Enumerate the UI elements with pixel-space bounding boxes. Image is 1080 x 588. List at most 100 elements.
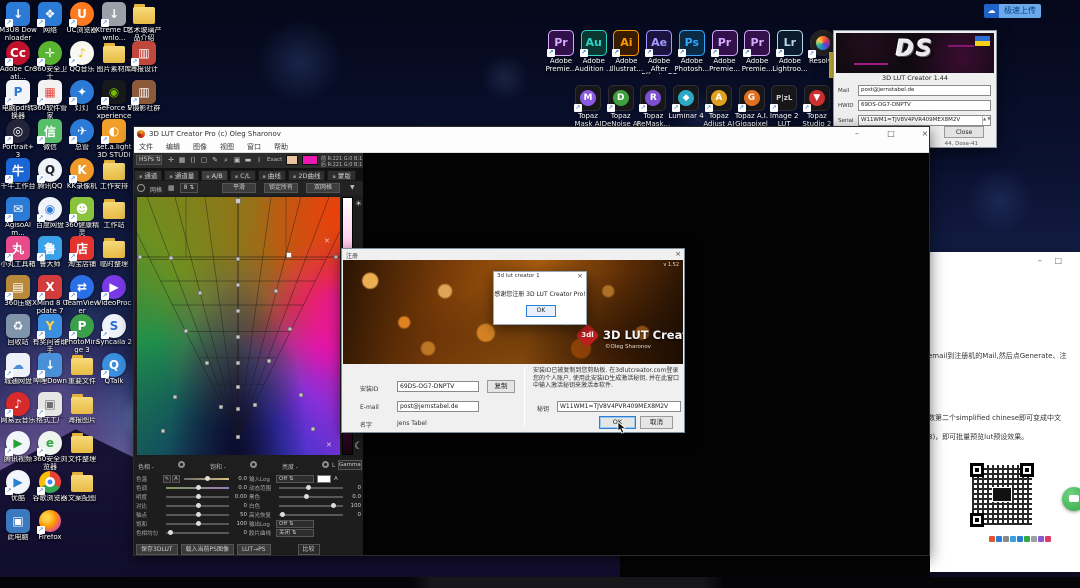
slider-knob[interactable] [331, 502, 337, 508]
bottom-button[interactable]: LUT→PS [236, 543, 271, 555]
menu-item[interactable]: 图像 [193, 142, 207, 152]
netdisk-upload-widget[interactable]: ☁ 极速上传 [984, 4, 1041, 18]
desktop-icon[interactable]: P ↗ 电脑pdf转换器 [2, 80, 34, 119]
remove-node-icon[interactable]: ✕ [326, 441, 332, 449]
reset-grid-icon[interactable] [137, 184, 145, 192]
minimize-button[interactable]: – [846, 127, 868, 140]
grid-node[interactable] [235, 360, 241, 366]
desktop-icon[interactable]: ♻ 回收站 [2, 314, 34, 352]
tool-icon[interactable]: ▣ [232, 155, 242, 165]
desktop-icon[interactable]: ♪ ↗ QQ音乐 [66, 41, 98, 79]
desktop-icon[interactable]: ❖ ↗ 网络 [34, 2, 66, 40]
tab-通道量[interactable]: ▪ 通道量 [164, 170, 200, 181]
grid-node[interactable] [287, 326, 293, 332]
desktop-icon[interactable]: ▶ ↗ 腾讯视频 [2, 431, 34, 469]
mini-toolbar-icon[interactable] [1017, 536, 1023, 542]
slider-track[interactable] [166, 502, 229, 508]
tab-通道[interactable]: ▪ 通道 [134, 170, 163, 181]
desktop-icon[interactable]: ✉ ↗ AgisoAlm... [2, 197, 34, 236]
desktop-icon[interactable]: ✦ ↗ 灯灯 [66, 80, 98, 118]
mini-toolbar-icon[interactable] [1003, 536, 1009, 542]
desktop-icon[interactable]: ◎ ↗ Portrait+ 3 [2, 119, 34, 158]
slider-track[interactable] [279, 502, 343, 508]
desktop-icon[interactable]: ↗ Firefox [34, 509, 66, 547]
desktop-icon[interactable]: ↓ ↗ 哔哩Down [33, 353, 67, 391]
mini-toolbar-icon[interactable] [1010, 536, 1016, 542]
desktop-icon[interactable]: 海报图片 [66, 392, 98, 430]
compare-button[interactable]: 比较 [297, 543, 320, 555]
desktop-icon[interactable]: ▥ ↗ V摄影社群 [128, 80, 160, 118]
slider-knob[interactable] [280, 511, 286, 517]
grid-node[interactable] [235, 198, 241, 204]
slider-track[interactable] [279, 484, 343, 490]
key-input[interactable]: W11WM1=TJV8V4PVR409MEX8M2V [557, 401, 681, 412]
desktop-icon[interactable]: Q ↗ 腾讯QQ [34, 158, 66, 196]
email-input[interactable]: post@jernstabel.de [397, 401, 479, 412]
desktop-icon[interactable]: Q ↗ QTalk [98, 353, 130, 391]
desktop-icon[interactable]: ▥ ↗ 海报设计 [128, 41, 160, 79]
desktop-icon[interactable]: U ↗ UC浏览器 [66, 2, 98, 40]
maximize-button[interactable]: □ [880, 127, 902, 140]
gamma-select[interactable]: Gamma ⇅ [338, 460, 367, 470]
desktop-icon[interactable]: 重要文件 [66, 353, 98, 391]
menu-item[interactable]: 编辑 [166, 142, 180, 152]
grid-node[interactable] [252, 402, 258, 408]
doc-mini-toolbar[interactable] [989, 536, 1051, 542]
close-button[interactable]: × [914, 127, 936, 140]
filter-dropdown-icon[interactable]: ▼ [350, 184, 355, 191]
keygen-serial-input[interactable]: W11WM1=TJV8V4PVR409MEX8M2V ▲ ▼ [858, 115, 991, 126]
desktop-icon[interactable]: 文案配图 [66, 470, 98, 508]
doc-minimize-button[interactable]: – [1038, 256, 1043, 266]
slider-knob[interactable] [305, 484, 311, 490]
slider-track[interactable] [166, 520, 229, 526]
color-swatch-after[interactable] [302, 155, 318, 165]
slider-knob[interactable] [195, 502, 201, 508]
grid-node[interactable] [333, 254, 339, 260]
grid-node[interactable] [235, 334, 241, 340]
auto-button[interactable]: A [334, 476, 338, 482]
tab-C/L[interactable]: ▪ C/L [229, 170, 256, 181]
desktop-icon[interactable]: ▣ ↗ 格式工厂 [34, 392, 66, 430]
grid-node[interactable] [266, 358, 272, 364]
desktop-icon[interactable]: ↗ 谷歌浏览器 [33, 470, 68, 508]
desktop-icon[interactable]: ▶ ↗ VideoProc [97, 275, 131, 313]
copy-button[interactable]: 复制 [487, 380, 515, 393]
grid-node[interactable] [218, 404, 224, 410]
desktop-icon[interactable]: e ↗ 360安全浏览器 [33, 431, 67, 470]
desktop-icon[interactable]: 工作安排 [98, 158, 130, 196]
slider-select[interactable]: 关闭 ⇅ [276, 528, 314, 537]
desktop-icon[interactable]: P ↗ PhotoMirage 3 [64, 314, 100, 353]
desktop-icon[interactable]: K ↗ KK录像机 [66, 158, 98, 196]
keygen-hwid-input[interactable]: 69DS-OG7-DNPTV [858, 100, 991, 111]
grid-node[interactable] [310, 426, 316, 432]
tab-蒙版[interactable]: ▪ 蒙版 [327, 170, 356, 181]
menu-item[interactable]: 窗口 [247, 142, 261, 152]
desktop-icon[interactable]: 文件整理 [66, 431, 98, 469]
keygen-mail-input[interactable]: post@jernstabel.de [858, 85, 991, 96]
desktop-icon[interactable]: ♪ ↗ 网易云音乐 [1, 392, 36, 430]
slider-knob[interactable] [195, 511, 201, 517]
grid-node[interactable] [298, 392, 304, 398]
desktop-icon[interactable]: 工作站 [98, 197, 130, 235]
colorspace-select[interactable]: HSPs ⇅ [136, 155, 162, 165]
desktop-icon[interactable]: 艺术玻璃产品介绍 [127, 2, 162, 41]
slider-select[interactable]: Off ⇅ [276, 519, 314, 528]
color-swatch-before[interactable] [286, 155, 298, 165]
tab-曲线[interactable]: ▪ 曲线 [257, 170, 286, 181]
desktop-icon[interactable]: X ↗ XMind 8 Update 7 [32, 275, 68, 314]
grid-button-0[interactable]: 平滑 [222, 183, 256, 193]
slider-track[interactable] [184, 475, 229, 481]
remove-node-icon[interactable]: ✕ [324, 237, 330, 245]
white-point-icon[interactable]: ☀ [354, 199, 363, 208]
desktop-icon[interactable]: 信 ↗ 微信 [34, 119, 66, 157]
desktop-icon[interactable]: ▣ 此电脑 [2, 509, 34, 547]
desktop-icon[interactable]: ▦ ↗ 360软件管家 [33, 80, 67, 119]
slider-track[interactable] [166, 493, 229, 499]
shortcut-icon[interactable]: Pr ↗ Adobe Premie... [709, 30, 741, 82]
slider-knob[interactable] [195, 493, 201, 499]
slider-knob[interactable] [168, 529, 174, 535]
grid-node[interactable] [235, 434, 241, 440]
grid-node[interactable] [235, 308, 241, 314]
desktop-icon[interactable]: ↓ ↗ M3U8 Downloader [0, 2, 37, 41]
desktop-icon[interactable]: 店 ↗ 淘宝店铺 [66, 236, 98, 274]
